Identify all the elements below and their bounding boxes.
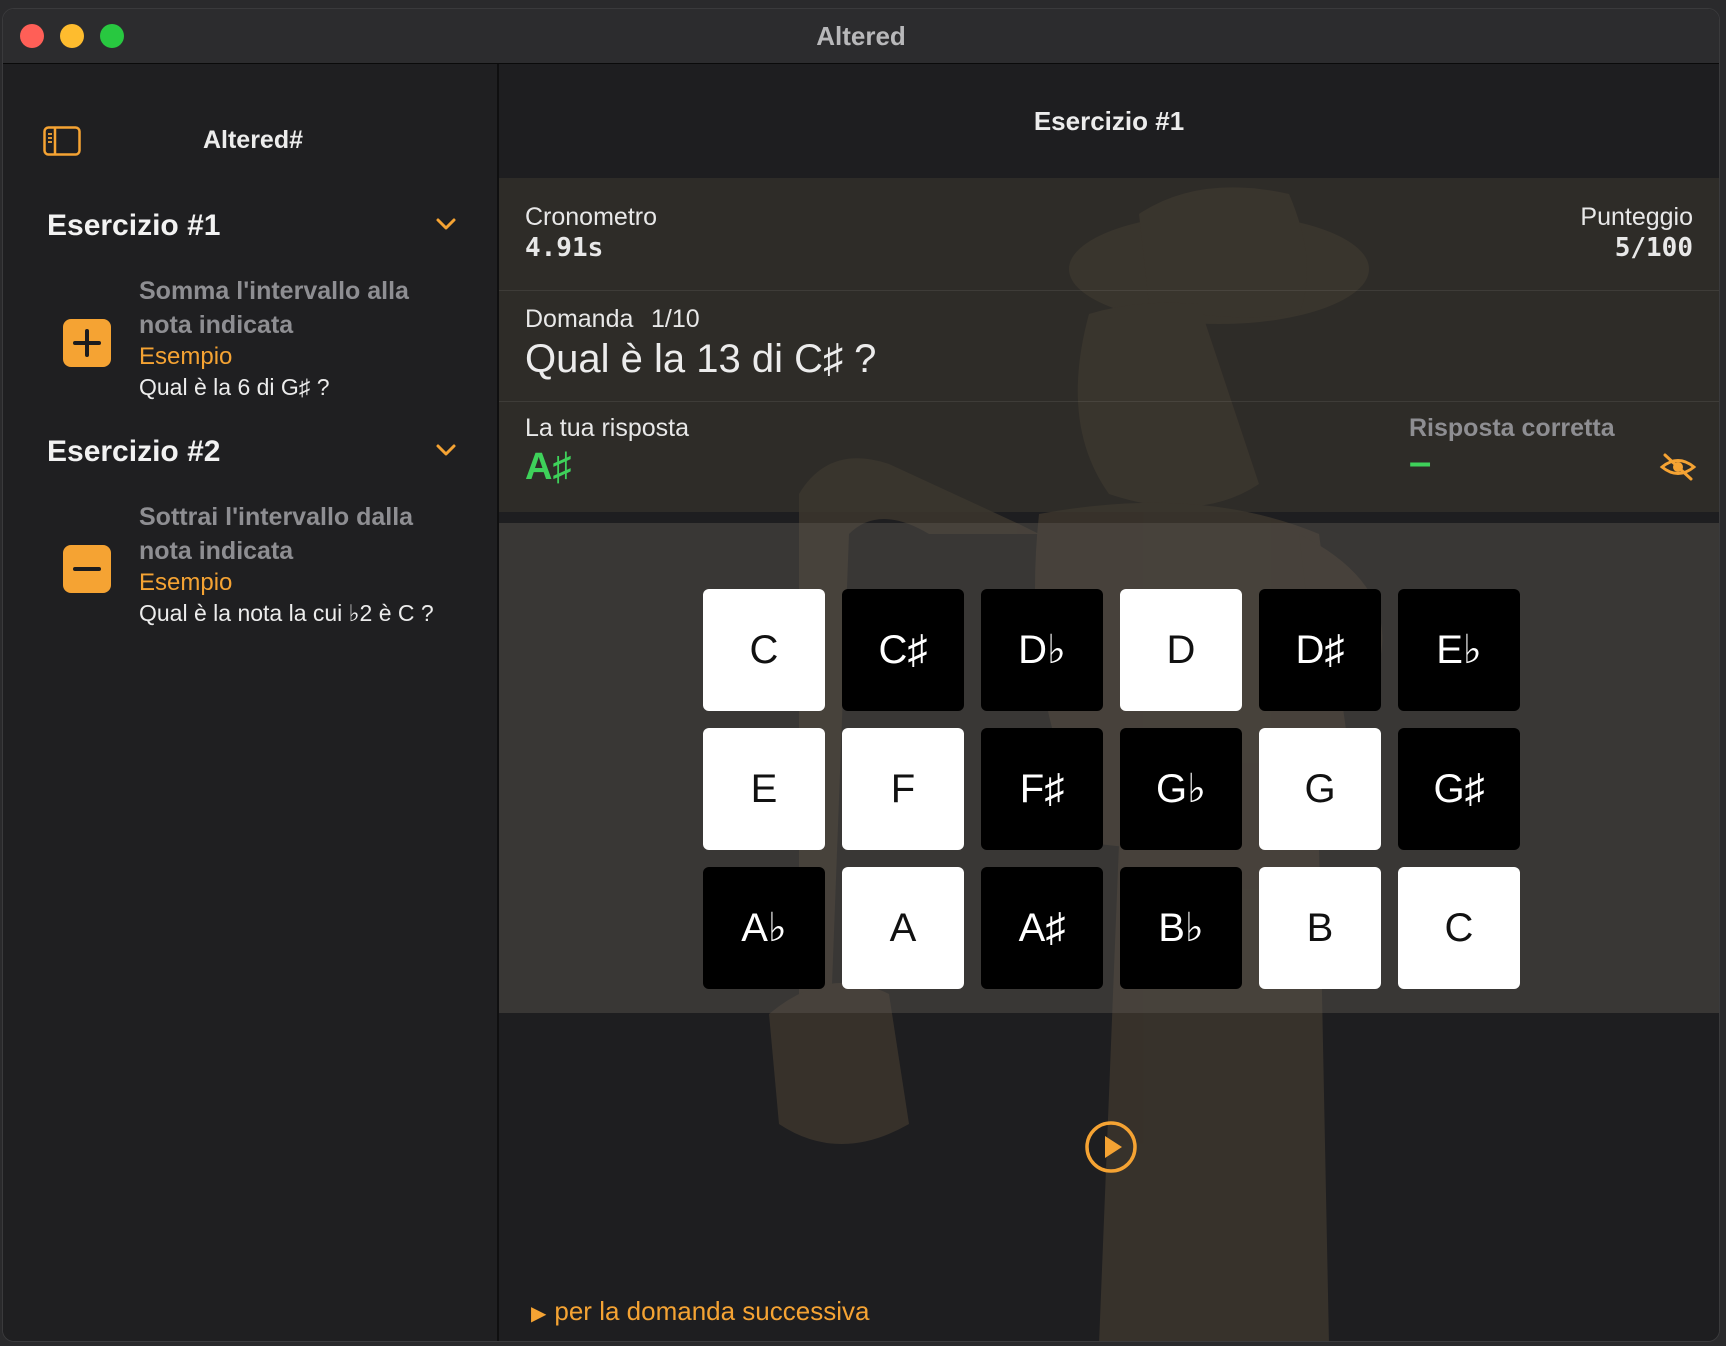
sidebar: Altered# Esercizio #1 Somma l'intervallo… [3,64,499,1341]
exercise-description: Sottrai l'intervallo dalla nota indicata [139,503,414,565]
note-key[interactable]: A [842,867,964,989]
note-key[interactable]: B [1259,867,1381,989]
exercise-description: Somma l'intervallo alla nota indicata [139,277,409,339]
note-key[interactable]: G♭ [1120,728,1242,850]
question-label: Domanda [525,305,634,333]
play-triangle-icon: ▶ [531,1303,547,1325]
answer-panel: La tua risposta A♯ Risposta corretta – [499,402,1719,512]
note-keys-grid: C C♯ D♭ D D♯ E♭ E F F♯ G♭ G G♯ A♭ A A♯ B♭ B C [703,589,1523,989]
timer-value: 4.91s [525,233,604,263]
minus-icon [63,545,111,593]
note-key[interactable]: F♯ [981,728,1103,850]
note-key[interactable]: A♯ [981,867,1103,989]
plus-icon [63,319,111,367]
exercise-item-2[interactable]: Sottrai l'intervallo dalla nota indicata… [47,500,467,626]
exercise-item-1[interactable]: Somma l'intervallo alla nota indicata Es… [47,274,467,400]
example-label: Esempio [139,569,233,596]
score-label: Punteggio [1580,203,1693,231]
main-content: Esercizio #1 Cronometro 4.91s Punteggio … [499,64,1719,1341]
play-button[interactable] [1084,1120,1138,1174]
score-value: 5/100 [1614,233,1693,263]
timer-label: Cronometro [525,203,657,231]
question-panel: Domanda 1/10 Qual è la 13 di C♯ ? [499,291,1719,402]
section-title: Esercizio #1 [47,209,221,242]
example-label: Esempio [139,343,233,370]
note-key[interactable]: E♭ [1398,589,1520,711]
note-key[interactable]: B♭ [1120,867,1242,989]
note-key[interactable]: D [1120,589,1242,711]
app-name: Altered# [202,126,304,154]
example-text: Qual è la nota la cui ♭2 è C ? [139,600,434,626]
next-hint-text: per la domanda successiva [554,1296,870,1326]
note-key[interactable]: C [1398,867,1520,989]
section-header-esercizio-2[interactable]: Esercizio #2 [47,432,457,472]
note-key[interactable]: F [842,728,964,850]
your-answer-value: A♯ [525,446,572,488]
note-key[interactable]: A♭ [703,867,825,989]
question-text: Qual è la 13 di C♯ ? [525,337,877,381]
chevron-down-icon[interactable] [435,216,457,232]
note-key[interactable]: D♯ [1259,589,1381,711]
note-keyboard-area: C C♯ D♭ D D♯ E♭ E F F♯ G♭ G G♯ A♭ A A♯ B♭ B C [499,523,1719,1013]
note-key[interactable]: G [1259,728,1381,850]
window-title: Altered [816,21,906,51]
note-key[interactable]: D♭ [981,589,1103,711]
section-title: Esercizio #2 [47,435,221,468]
note-key[interactable]: G♯ [1398,728,1520,850]
app-window: Altered Altered# Esercizio #1 Somma l'in… [2,8,1720,1342]
eye-slash-icon[interactable] [1659,452,1697,482]
timer-score-panel: Cronometro 4.91s Punteggio 5/100 [499,178,1719,291]
exercise-title: Esercizio #1 [1033,106,1185,136]
sidebar-toggle-button[interactable] [43,126,81,156]
question-index: 1/10 [651,305,700,333]
next-question-hint: ▶ per la domanda successiva [531,1296,869,1327]
chevron-down-icon[interactable] [435,442,457,458]
your-answer-label: La tua risposta [525,414,689,442]
note-key[interactable]: C♯ [842,589,964,711]
section-header-esercizio-1[interactable]: Esercizio #1 [47,206,457,246]
sidebar-icon [43,126,81,156]
example-text: Qual è la 6 di G♯ ? [139,374,330,400]
note-key[interactable]: C [703,589,825,711]
title-bar: Altered [3,9,1719,64]
correct-answer-value: – [1409,440,1432,484]
note-key[interactable]: E [703,728,825,850]
correct-answer-label: Risposta corretta [1409,414,1615,442]
